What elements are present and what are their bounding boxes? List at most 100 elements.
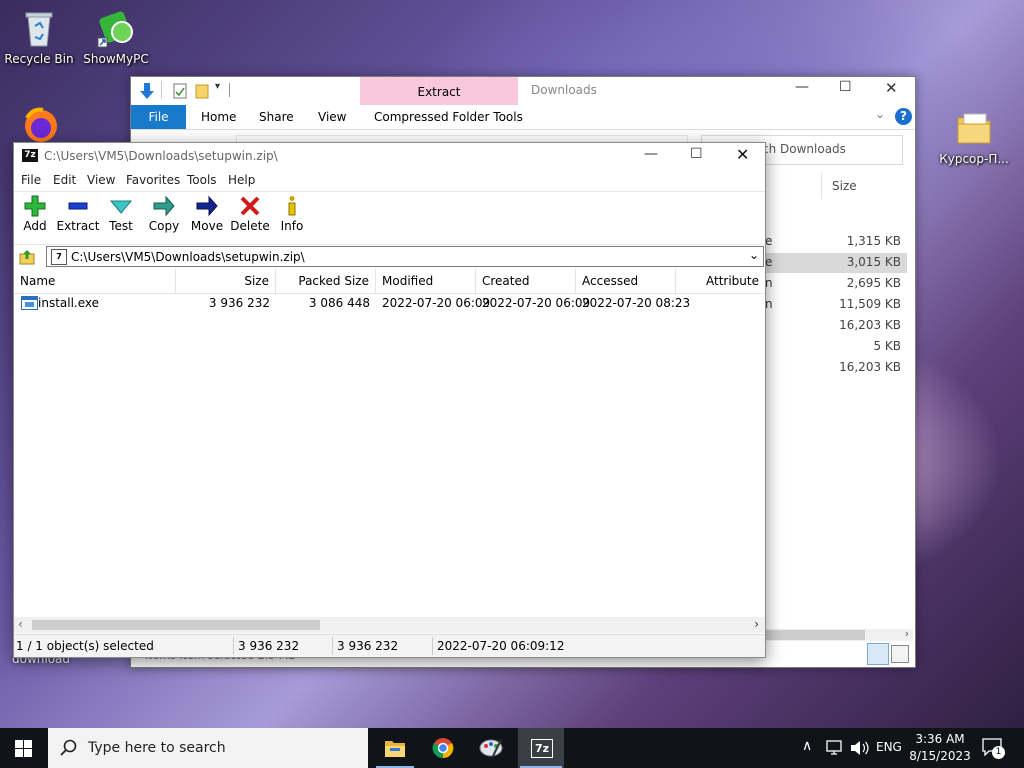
- menu-favorites[interactable]: Favorites: [126, 173, 180, 187]
- ribbon-collapse-icon[interactable]: ⌄: [875, 107, 885, 121]
- taskbar-7zip[interactable]: 7z: [518, 728, 564, 768]
- desktop-icon-label: ShowMyPC: [83, 52, 149, 66]
- scrollbar-thumb[interactable]: [32, 620, 320, 630]
- test-button[interactable]: Test: [99, 195, 143, 233]
- sevenzip-hscrollbar[interactable]: ‹ ›: [14, 617, 765, 633]
- column-attributes[interactable]: Attribute: [676, 269, 765, 293]
- tab-share[interactable]: Share: [259, 110, 294, 124]
- menu-file[interactable]: File: [21, 173, 41, 187]
- desktop-icon-showmypc[interactable]: ShowMyPC: [78, 8, 154, 66]
- info-button[interactable]: Info: [270, 195, 314, 233]
- explorer-ribbon-tabs: File Home Share View Compressed Folder T…: [131, 105, 915, 130]
- sevenzip-statusbar: 1 / 1 object(s) selected 3 936 232 3 936…: [14, 634, 765, 657]
- menu-edit[interactable]: Edit: [53, 173, 76, 187]
- column-size[interactable]: Size: [176, 269, 276, 293]
- status-date: 2022-07-20 06:09:12: [437, 639, 565, 653]
- list-item[interactable]: 16,203 KB: [765, 318, 901, 338]
- column-accessed[interactable]: Accessed: [576, 269, 676, 293]
- notification-center-icon[interactable]: 1: [982, 738, 1006, 759]
- info-icon: [288, 196, 296, 216]
- properties-icon[interactable]: [173, 83, 187, 99]
- table-row[interactable]: install.exe 3 936 232 3 086 448 2022-07-…: [14, 293, 765, 313]
- volume-icon[interactable]: [850, 740, 870, 756]
- taskbar-chrome[interactable]: [420, 728, 466, 768]
- delete-x-icon: [240, 196, 260, 216]
- column-modified[interactable]: Modified: [376, 269, 476, 293]
- desktop-icon-recycle-bin[interactable]: Recycle Bin: [1, 8, 77, 66]
- column-packed-size[interactable]: Packed Size: [276, 269, 376, 293]
- explorer-column-size[interactable]: Size: [832, 179, 857, 193]
- scroll-right-icon[interactable]: ›: [754, 617, 759, 631]
- close-icon[interactable]: ✕: [885, 79, 898, 97]
- explorer-title: Downloads: [531, 83, 597, 97]
- exe-file-icon: [21, 296, 38, 310]
- column-name[interactable]: Name: [14, 269, 176, 293]
- menu-help[interactable]: Help: [228, 173, 255, 187]
- copy-button[interactable]: Copy: [142, 195, 186, 233]
- explorer-search-placeholder: ch Downloads: [762, 142, 846, 156]
- tab-home[interactable]: Home: [201, 110, 236, 124]
- list-item[interactable]: e 1,315 KB: [765, 234, 901, 254]
- move-arrow-icon: [196, 195, 218, 217]
- context-tab-extract[interactable]: Extract: [360, 77, 518, 105]
- move-button[interactable]: Move: [185, 195, 229, 233]
- maximize-icon[interactable]: ☐: [690, 146, 703, 162]
- sevenzip-address-row: 7 C:\Users\VM5\Downloads\setupwin.zip\ ⌄: [14, 245, 765, 269]
- list-item[interactable]: 16,203 KB: [765, 360, 901, 380]
- scroll-left-icon[interactable]: ‹: [18, 617, 23, 631]
- tab-view[interactable]: View: [318, 110, 346, 124]
- menu-tools[interactable]: Tools: [187, 173, 217, 187]
- quick-access-dropdown-icon[interactable]: ▾: [215, 81, 220, 92]
- help-icon[interactable]: ?: [895, 108, 912, 125]
- list-item[interactable]: 5 KB: [765, 339, 901, 359]
- sevenzip-menubar: File Edit View Favorites Tools Help: [14, 169, 765, 191]
- add-button[interactable]: Add: [13, 195, 57, 233]
- show-hidden-icons-chevron-icon[interactable]: ∧: [802, 738, 812, 754]
- explorer-hscrollbar[interactable]: ›: [765, 627, 913, 641]
- sevenzip-titlebar[interactable]: 7z C:\Users\VM5\Downloads\setupwin.zip\ …: [14, 143, 765, 169]
- tab-file[interactable]: File: [131, 105, 186, 129]
- download-arrow-icon[interactable]: [139, 82, 155, 100]
- recycle-bin-icon: [19, 8, 59, 48]
- up-folder-icon[interactable]: [19, 249, 35, 265]
- taskbar: Type here to search 7z ∧ ENG 3:36 AM 8/1…: [0, 728, 1024, 768]
- chrome-icon: [432, 738, 454, 759]
- taskbar-clock[interactable]: 3:36 AM 8/15/2023: [904, 731, 976, 765]
- sevenzip-column-header: Name Size Packed Size Modified Created A…: [14, 269, 765, 294]
- windows-logo-icon: [15, 740, 32, 757]
- maximize-icon[interactable]: ☐: [839, 79, 852, 95]
- taskbar-search-box[interactable]: Type here to search: [48, 728, 368, 768]
- extract-button[interactable]: Extract: [56, 195, 100, 233]
- taskbar-file-explorer[interactable]: [372, 728, 418, 768]
- minimize-icon[interactable]: —: [795, 79, 809, 95]
- checkmark-icon: [110, 200, 132, 214]
- network-icon[interactable]: [826, 740, 844, 756]
- new-folder-icon[interactable]: [195, 83, 209, 99]
- list-item[interactable]: e 3,015 KB: [765, 255, 901, 275]
- chevron-down-icon[interactable]: ⌄: [749, 248, 759, 262]
- minimize-icon[interactable]: —: [644, 146, 658, 162]
- sevenzip-address-bar[interactable]: 7 C:\Users\VM5\Downloads\setupwin.zip\ ⌄: [46, 246, 764, 267]
- list-item[interactable]: n 11,509 KB: [765, 297, 901, 317]
- list-item[interactable]: n 2,695 KB: [765, 276, 901, 296]
- status-selected: 1 / 1 object(s) selected: [16, 639, 154, 653]
- details-view-icon[interactable]: [867, 643, 889, 665]
- menu-view[interactable]: View: [87, 173, 115, 187]
- clock-time: 3:36 AM: [915, 732, 965, 746]
- sevenzip-toolbar: Add Extract Test Copy Move Delete Info: [14, 191, 765, 245]
- large-icons-view-icon[interactable]: [891, 645, 909, 663]
- delete-button[interactable]: Delete: [228, 195, 272, 233]
- taskbar-paint-app[interactable]: [468, 728, 514, 768]
- explorer-titlebar[interactable]: ▾ Extract Downloads — ☐ ✕: [131, 77, 915, 105]
- tab-compressed-folder-tools[interactable]: Compressed Folder Tools: [374, 110, 523, 124]
- desktop-icon-folder[interactable]: Курсор-П...: [936, 108, 1012, 166]
- column-created[interactable]: Created: [476, 269, 576, 293]
- minus-icon: [68, 202, 88, 210]
- language-indicator[interactable]: ENG: [876, 740, 902, 754]
- folder-icon: [954, 108, 994, 148]
- start-button[interactable]: [0, 728, 46, 768]
- close-icon[interactable]: ✕: [736, 145, 749, 164]
- search-icon: [60, 739, 77, 756]
- sevenzip-window[interactable]: 7z C:\Users\VM5\Downloads\setupwin.zip\ …: [13, 142, 766, 658]
- paint-palette-icon: [479, 739, 503, 757]
